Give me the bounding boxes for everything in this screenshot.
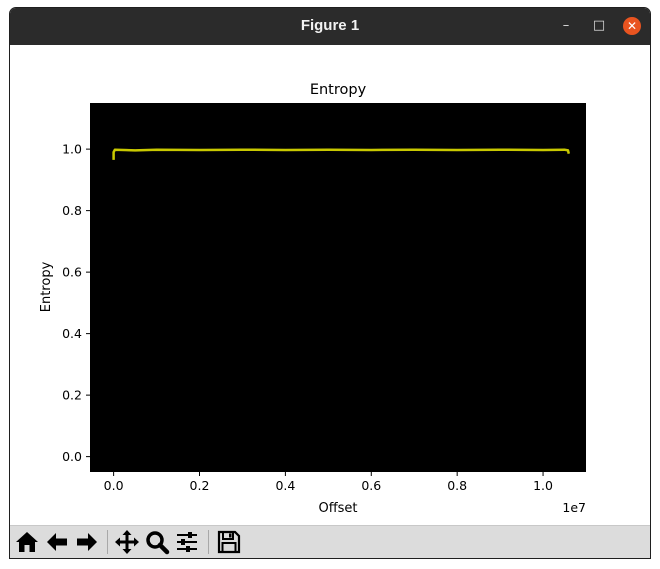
x-tick-label: 0.6 — [361, 478, 381, 493]
sliders-icon — [177, 532, 197, 552]
move-icon — [115, 530, 139, 554]
y-tick-label: 0.2 — [62, 388, 82, 403]
y-tick-label: 1.0 — [62, 142, 82, 157]
y-tick-label: 0.0 — [62, 449, 82, 464]
y-tick-label: 0.4 — [62, 326, 82, 341]
maximize-button[interactable]: □ — [590, 17, 608, 35]
x-tick-label: 0.4 — [275, 478, 295, 493]
zoom-button[interactable] — [144, 529, 170, 555]
home-icon — [16, 532, 38, 552]
home-button[interactable] — [14, 529, 40, 555]
toolbar-separator — [107, 530, 108, 554]
y-tick-label: 0.8 — [62, 203, 82, 218]
arrow-left-icon — [47, 533, 67, 551]
title-bar[interactable]: Figure 1 – □ ✕ — [10, 8, 650, 45]
toolbar-separator — [208, 530, 209, 554]
configure-subplots-button[interactable] — [174, 529, 200, 555]
x-ticks: 0.0 0.2 0.4 0.6 0.8 1.0 — [104, 472, 553, 493]
close-button[interactable]: ✕ — [623, 17, 641, 35]
x-tick-label: 1.0 — [533, 478, 553, 493]
y-ticks: 0.0 0.2 0.4 0.6 0.8 1.0 — [62, 142, 90, 464]
navigation-toolbar — [10, 525, 650, 558]
pan-button[interactable] — [114, 529, 140, 555]
x-offset-label: 1e7 — [562, 500, 586, 515]
plot-background — [90, 103, 586, 472]
x-tick-label: 0.2 — [190, 478, 210, 493]
back-button[interactable] — [44, 529, 70, 555]
chart-title: Entropy — [310, 82, 367, 98]
arrow-right-icon — [77, 533, 97, 551]
save-button[interactable] — [216, 529, 242, 555]
x-tick-label: 0.8 — [447, 478, 467, 493]
magnifier-icon — [146, 531, 170, 555]
figure-window: Figure 1 – □ ✕ Entropy Offset Entropy 1e… — [9, 7, 651, 559]
entropy-chart: Entropy Offset Entropy 1e7 0.0 0.2 0.4 0.6 0… — [39, 82, 586, 516]
y-axis-label: Entropy — [39, 261, 54, 312]
y-tick-label: 0.6 — [62, 265, 82, 280]
floppy-disk-icon — [217, 530, 241, 554]
window-title: Figure 1 — [300, 17, 360, 34]
figure-canvas[interactable]: Entropy Offset Entropy 1e7 0.0 0.2 0.4 0.6 0… — [10, 45, 650, 525]
x-axis-label: Offset — [318, 501, 357, 516]
x-tick-label: 0.0 — [104, 478, 124, 493]
forward-button[interactable] — [74, 529, 100, 555]
minimize-button[interactable]: – — [557, 17, 575, 35]
